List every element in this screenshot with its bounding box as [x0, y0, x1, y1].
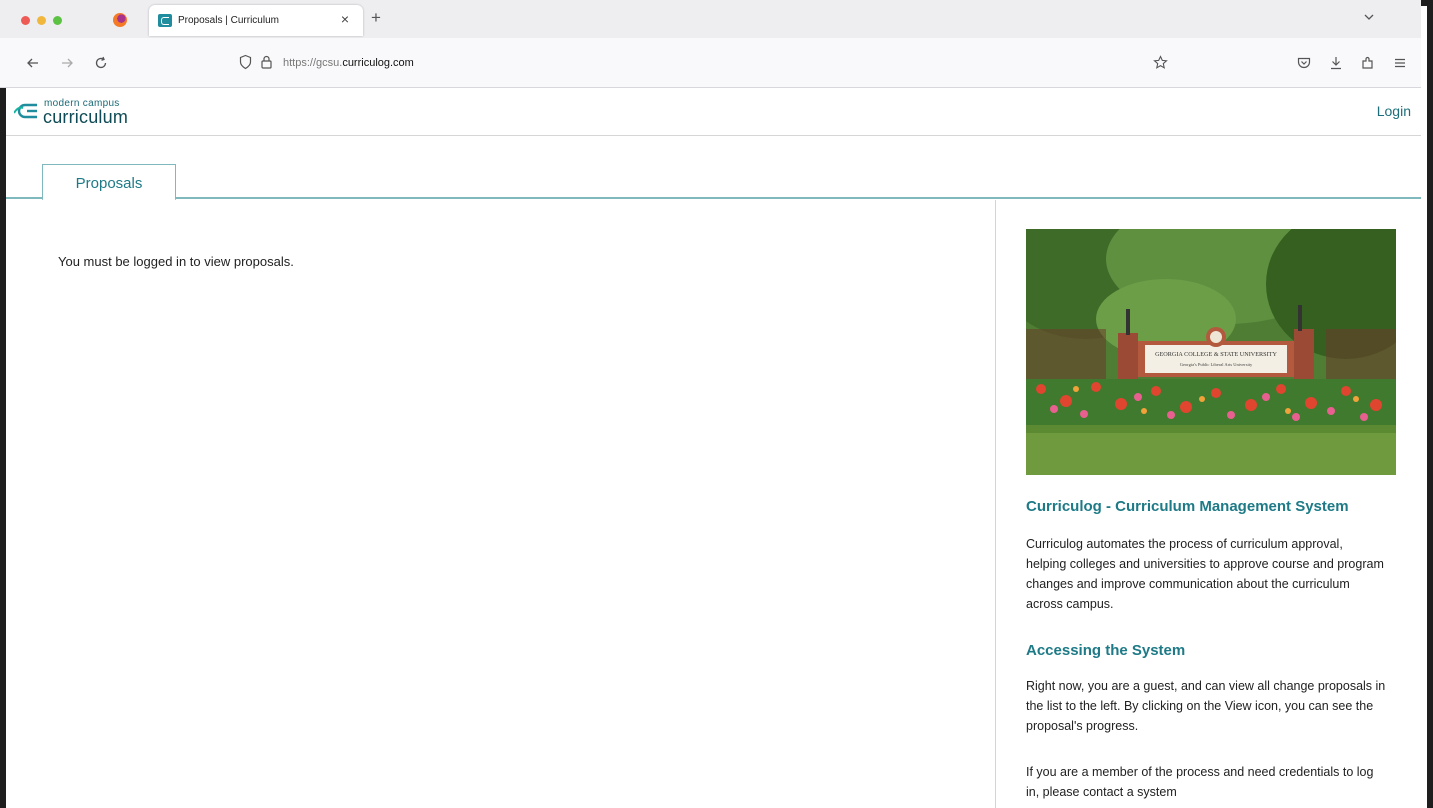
- minimize-window-button[interactable]: [37, 16, 46, 25]
- forward-icon[interactable]: [60, 56, 74, 70]
- logo-big-text: curriculum: [43, 107, 129, 127]
- url-prefix: https://gcsu.: [283, 57, 343, 69]
- modern-campus-curriculum-logo[interactable]: modern campus curriculum: [14, 98, 164, 130]
- browser-nav-bar: https://gcsu.curriculog.com: [0, 38, 1421, 88]
- sign-line-1: GEORGIA COLLEGE & STATE UNIVERSITY: [1155, 351, 1277, 358]
- tab-title: Proposals | Curriculum: [178, 15, 279, 26]
- sign-line-2: Georgia's Public Liberal Arts University: [1180, 362, 1253, 367]
- browser-tab-active[interactable]: Proposals | Curriculum ×: [149, 5, 363, 36]
- url-text[interactable]: https://gcsu.curriculog.com: [283, 57, 414, 69]
- download-icon[interactable]: [1328, 55, 1344, 71]
- extensions-icon[interactable]: [1360, 55, 1376, 71]
- url-domain: curriculog.com: [342, 57, 414, 69]
- new-tab-button[interactable]: +: [371, 9, 381, 26]
- login-required-message: You must be logged in to view proposals.: [58, 254, 294, 269]
- sidebar-paragraph-guest: Right now, you are a guest, and can view…: [1026, 679, 1386, 733]
- back-icon[interactable]: [26, 56, 40, 70]
- shield-icon[interactable]: [239, 54, 252, 70]
- page-tab-bar: Proposals: [6, 137, 1421, 201]
- firefox-icon: [113, 13, 127, 27]
- maximize-window-button[interactable]: [53, 16, 62, 25]
- logo-mark-icon: [14, 103, 37, 119]
- pocket-icon[interactable]: [1296, 55, 1312, 71]
- tab-proposals[interactable]: Proposals: [42, 164, 176, 201]
- close-window-button[interactable]: [21, 16, 30, 25]
- url-bar[interactable]: https://gcsu.curriculog.com: [230, 48, 1180, 78]
- main-content: You must be logged in to view proposals.: [6, 200, 996, 808]
- sidebar-paragraph-credentials: If you are a member of the process and n…: [1026, 765, 1374, 799]
- tab-list-chevron-icon[interactable]: [1362, 10, 1376, 24]
- site-header: modern campus curriculum Login: [6, 88, 1421, 136]
- reload-icon[interactable]: [94, 56, 108, 70]
- bookmark-star-icon[interactable]: [1153, 55, 1168, 70]
- sidebar-heading-curriculog: Curriculog - Curriculum Management Syste…: [1026, 498, 1349, 515]
- curriculum-favicon-icon: [158, 14, 172, 27]
- campus-sign-photo: GEORGIA COLLEGE & STATE UNIVERSITY Georg…: [1026, 229, 1396, 475]
- info-sidebar: GEORGIA COLLEGE & STATE UNIVERSITY Georg…: [997, 200, 1421, 808]
- login-link[interactable]: Login: [1377, 103, 1411, 119]
- menu-icon[interactable]: [1392, 55, 1408, 71]
- tab-close-button[interactable]: ×: [337, 11, 353, 27]
- sidebar-heading-accessing: Accessing the System: [1026, 642, 1186, 659]
- lock-icon[interactable]: [260, 54, 273, 70]
- browser-tab-strip: Proposals | Curriculum × +: [0, 0, 1421, 38]
- sidebar-paragraph-intro: Curriculog automates the process of curr…: [1026, 537, 1384, 611]
